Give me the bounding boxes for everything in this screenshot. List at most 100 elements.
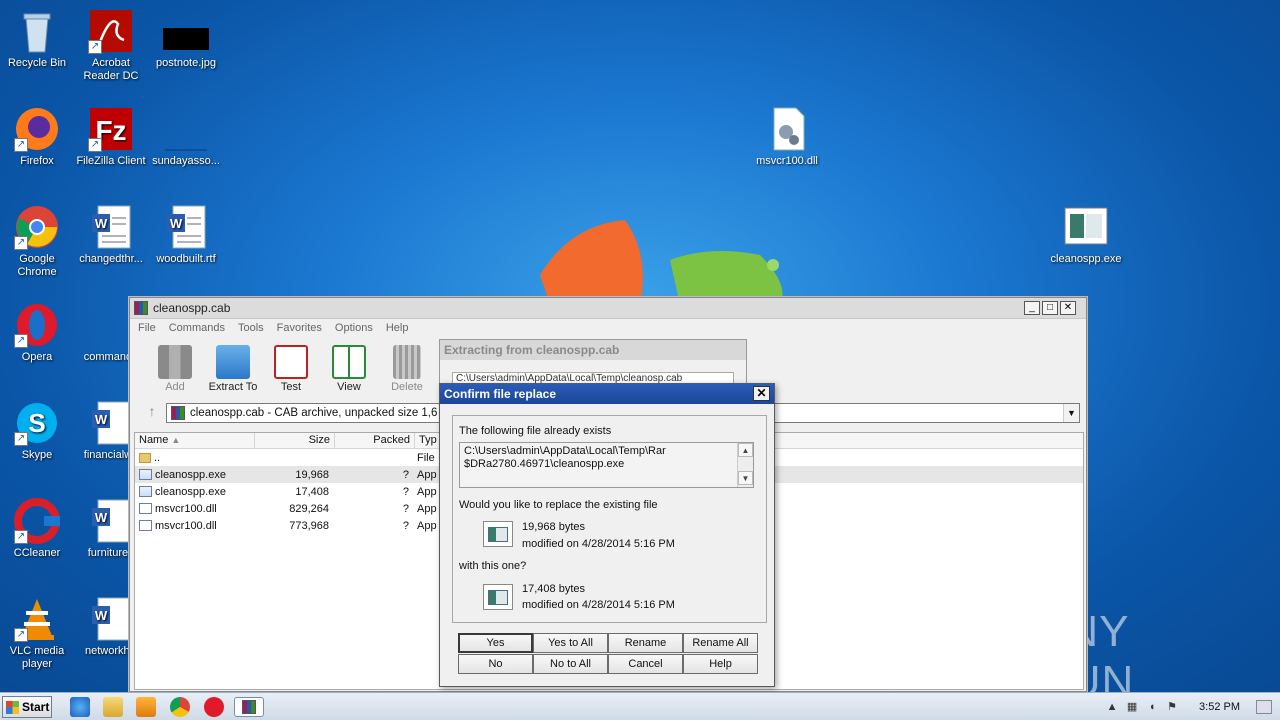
word-doc-icon: W	[163, 204, 209, 250]
column-name[interactable]: Name ▲	[135, 433, 255, 448]
svg-text:S: S	[28, 408, 45, 438]
desktop-icon-changedthr[interactable]: W changedthr...	[74, 204, 148, 266]
exe-file-icon	[1063, 204, 1109, 250]
cancel-button[interactable]: Cancel	[608, 654, 683, 674]
speaker-icon[interactable]: ◖	[1145, 700, 1159, 714]
svg-text:W: W	[95, 216, 108, 231]
network-icon[interactable]: ▦	[1125, 700, 1139, 714]
scroll-up-icon[interactable]: ▲	[738, 443, 753, 457]
desktop-icon-recycle-bin[interactable]: Recycle Bin	[0, 8, 74, 70]
chevron-up-icon[interactable]: ▲	[1105, 700, 1119, 714]
yes-button[interactable]: Yes	[458, 633, 533, 653]
scroll-down-icon[interactable]: ▼	[738, 471, 753, 485]
no-to-all-button[interactable]: No to All	[533, 654, 608, 674]
svg-text:W: W	[170, 216, 183, 231]
minimize-button[interactable]: _	[1024, 301, 1040, 315]
existing-file-modified: modified on 4/28/2014 5:16 PM	[522, 538, 675, 550]
desktop-icon-cleanospp[interactable]: cleanospp.exe	[1049, 204, 1123, 266]
confirm-file-replace-dialog[interactable]: Confirm file replace ✕ The following fil…	[439, 383, 775, 687]
menu-help[interactable]: Help	[386, 322, 409, 334]
desktop-icon-filezilla[interactable]: Fz ↗ FileZilla Client	[74, 106, 148, 168]
existing-file-size: 19,968 bytes	[522, 521, 585, 533]
column-size[interactable]: Size	[255, 433, 335, 448]
add-icon	[158, 345, 192, 379]
desktop-icon-vlc[interactable]: ↗ VLC media player	[0, 596, 74, 671]
dll-file-icon	[139, 520, 152, 531]
delete-button[interactable]: Delete	[378, 345, 436, 393]
desktop-icon-skype[interactable]: S ↗ Skype	[0, 400, 74, 462]
recycle-bin-icon	[14, 8, 60, 54]
filezilla-icon: Fz ↗	[88, 106, 134, 152]
test-button[interactable]: Test	[262, 345, 320, 393]
desktop-icon-acrobat[interactable]: ↗ Acrobat Reader DC	[74, 8, 148, 83]
media-player-icon[interactable]	[136, 697, 156, 717]
replace-question: Would you like to replace the existing f…	[459, 499, 658, 511]
up-arrow-icon[interactable]: ↑	[138, 403, 166, 423]
flag-icon[interactable]: ⚑	[1165, 700, 1179, 714]
scrollbar[interactable]: ▲ ▼	[737, 443, 753, 487]
dialog-title: Confirm file replace	[444, 387, 557, 401]
column-packed[interactable]: Packed	[335, 433, 415, 448]
exe-file-icon	[139, 469, 152, 480]
word-doc-icon: W	[88, 400, 134, 446]
explorer-folder-icon[interactable]	[103, 697, 123, 717]
windows-flag-icon	[6, 700, 19, 714]
dialog-titlebar[interactable]: Confirm file replace ✕	[440, 384, 774, 404]
desktop-icon-postnote[interactable]: postnote.jpg	[149, 8, 223, 70]
menu-tools[interactable]: Tools	[238, 322, 264, 334]
add-button[interactable]: Add	[146, 345, 204, 393]
yes-to-all-button[interactable]: Yes to All	[533, 633, 608, 653]
with-label: with this one?	[459, 560, 527, 572]
close-button[interactable]: ✕	[1060, 301, 1076, 315]
menu-options[interactable]: Options	[335, 322, 373, 334]
file-path-box[interactable]: C:\Users\admin\AppData\Local\Temp\Rar $D…	[459, 442, 754, 488]
help-button[interactable]: Help	[683, 654, 758, 674]
maximize-button[interactable]: □	[1042, 301, 1058, 315]
blank-file-icon	[88, 302, 134, 348]
desktop-icon-sundayasso[interactable]: sundayasso...	[149, 106, 223, 168]
taskbar: Start ▲ ▦ ◖ ⚑ 3:52 PM	[0, 692, 1280, 720]
close-icon[interactable]: ✕	[753, 386, 770, 401]
extracting-dialog-title: Extracting from cleanospp.cab	[440, 340, 746, 360]
chevron-down-icon[interactable]: ▼	[1063, 404, 1079, 422]
word-doc-icon: W	[88, 498, 134, 544]
show-desktop-button[interactable]	[1256, 700, 1272, 714]
rename-button[interactable]: Rename	[608, 633, 683, 653]
checklist-icon	[274, 345, 308, 379]
extract-to-button[interactable]: Extract To	[204, 345, 262, 393]
ie-icon[interactable]	[70, 697, 90, 717]
exe-file-icon	[139, 486, 152, 497]
window-titlebar[interactable]: cleanospp.cab _ □ ✕	[130, 298, 1086, 319]
exists-label: The following file already exists	[459, 425, 612, 437]
desktop-icon-woodbuilt[interactable]: W woodbuilt.rtf	[149, 204, 223, 266]
view-button[interactable]: View	[320, 345, 378, 393]
desktop-icon-ccleaner[interactable]: ↗ CCleaner	[0, 498, 74, 560]
folder-icon	[139, 452, 151, 463]
menu-file[interactable]: File	[138, 322, 156, 334]
rename-all-button[interactable]: Rename All	[683, 633, 758, 653]
existing-file-icon	[483, 521, 513, 547]
svg-text:W: W	[95, 608, 108, 623]
blank-file-icon	[163, 106, 209, 152]
desktop-icon-msvcr100[interactable]: msvcr100.dll	[750, 106, 824, 168]
start-button[interactable]: Start	[2, 696, 52, 718]
firefox-icon: ↗	[14, 106, 60, 152]
winrar-taskbar-button[interactable]	[234, 697, 264, 717]
menu-commands[interactable]: Commands	[169, 322, 225, 334]
trash-icon	[393, 345, 421, 379]
system-tray: ▲ ▦ ◖ ⚑ 3:52 PM	[1105, 693, 1280, 720]
new-file-size: 17,408 bytes	[522, 583, 585, 595]
dll-file-icon	[139, 503, 152, 514]
svg-text:W: W	[95, 510, 108, 525]
menu-favorites[interactable]: Favorites	[277, 322, 322, 334]
chrome-icon[interactable]	[170, 697, 190, 717]
word-doc-icon: W	[88, 204, 134, 250]
dll-file-icon	[764, 106, 810, 152]
no-button[interactable]: No	[458, 654, 533, 674]
clock[interactable]: 3:52 PM	[1199, 701, 1240, 713]
desktop-icon-chrome[interactable]: ↗ Google Chrome	[0, 204, 74, 279]
desktop-icon-opera[interactable]: ↗ Opera	[0, 302, 74, 364]
opera-icon[interactable]	[204, 697, 224, 717]
winrar-icon	[134, 301, 148, 315]
desktop-icon-firefox[interactable]: ↗ Firefox	[0, 106, 74, 168]
